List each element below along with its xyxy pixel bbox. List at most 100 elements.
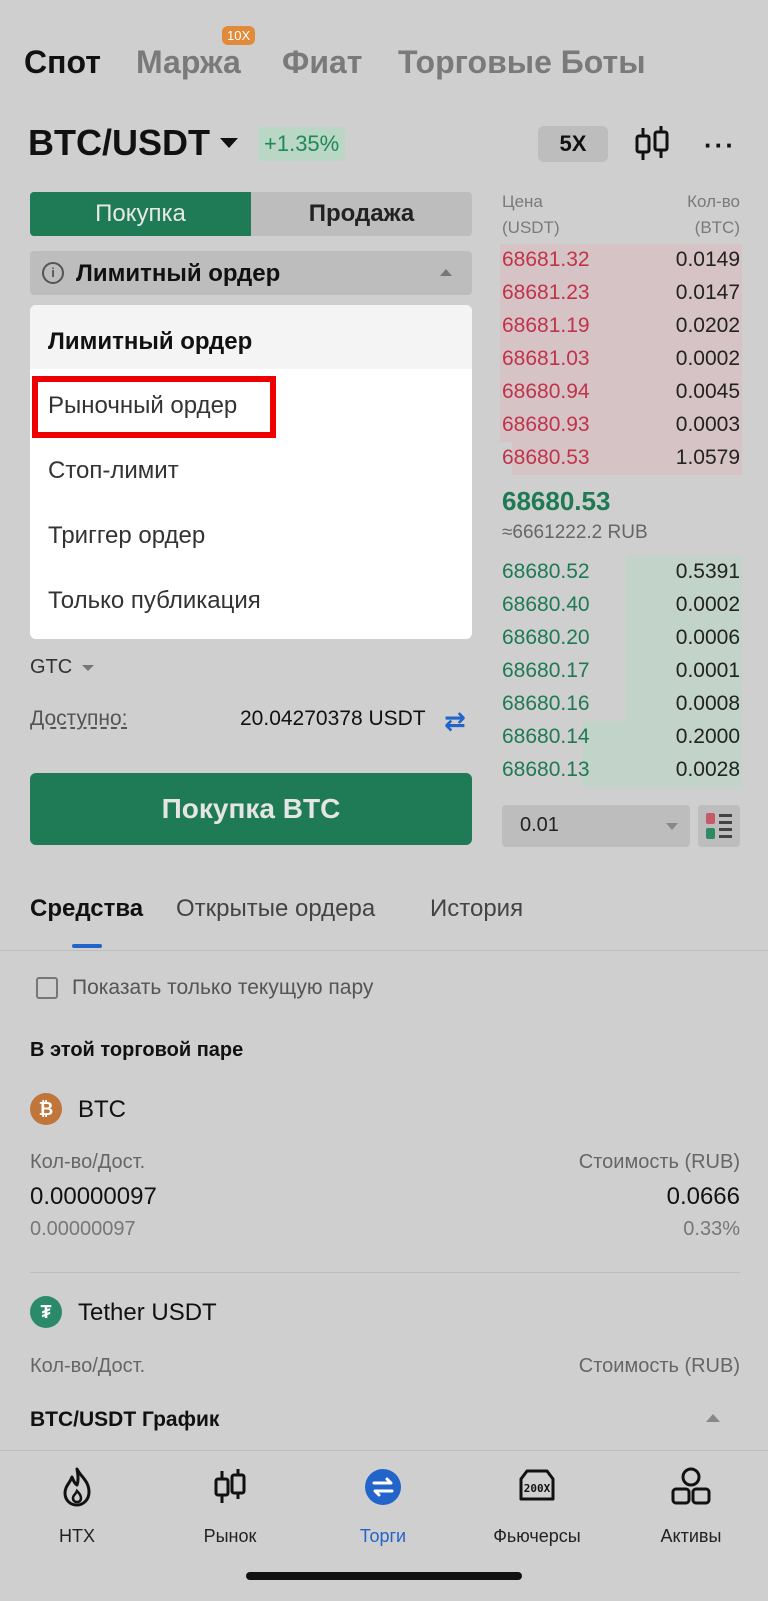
btc-available: 0.00000097 [30, 1218, 136, 1240]
order-type-select[interactable]: i Лимитный ордер [30, 251, 472, 295]
btc-percent: 0.33% [683, 1218, 740, 1240]
leverage-button[interactable]: 5X [538, 126, 608, 162]
tab-open-orders[interactable]: Открытые ордера [176, 895, 375, 923]
nav-market[interactable]: Рынок [165, 1465, 295, 1547]
info-icon[interactable]: i [42, 262, 64, 284]
orderbook-row-bid[interactable]: 68680.17 0.0001 [500, 655, 742, 688]
option-stop-limit[interactable]: Стоп-лимит [48, 457, 179, 485]
tab-trading-bots[interactable]: Торговые Боты [398, 44, 646, 81]
orderbook-qty: 0.0002 [675, 593, 740, 616]
caret-down-icon[interactable] [220, 138, 238, 148]
orderbook-qty: 0.0147 [675, 281, 740, 304]
margin-badge: 10X [222, 26, 256, 45]
orderbook-row-ask[interactable]: 68681.19 0.0202 [500, 310, 742, 343]
available-value: 20.04270378 USDT [240, 707, 426, 730]
qty-label: Кол-во/Дост. [30, 1355, 146, 1377]
precision-value: 0.01 [520, 814, 559, 836]
orderbook-qty: 0.0149 [675, 248, 740, 271]
orderbook-qty: 0.0003 [675, 413, 740, 436]
last-price[interactable]: 68680.53 [502, 486, 610, 517]
orderbook-qty: 0.0002 [675, 347, 740, 370]
orderbook-row-bid[interactable]: 68680.52 0.5391 [500, 556, 742, 589]
candlestick-icon [214, 1469, 246, 1503]
caret-down-icon [666, 823, 678, 830]
futures-200x-icon: 200X [519, 1469, 555, 1501]
current-pair-checkbox[interactable] [36, 977, 58, 999]
orderbook-row-bid[interactable]: 68680.16 0.0008 [500, 688, 742, 721]
orderbook-qty: 0.0001 [675, 659, 740, 682]
buy-sell-toggle: Покупка Продажа [30, 192, 472, 236]
nav-market-label: Рынок [203, 1526, 257, 1546]
nav-assets-label: Активы [660, 1526, 722, 1546]
orderbook-layout-icon[interactable] [698, 805, 740, 847]
tab-fiat[interactable]: Фиат [282, 44, 362, 81]
sell-tab[interactable]: Продажа [251, 192, 472, 236]
orderbook-qty-unit: (BTC) [694, 218, 740, 237]
nav-assets[interactable]: Активы [626, 1465, 756, 1547]
tether-icon: ₮ [30, 1296, 62, 1328]
option-limit-order[interactable]: Лимитный ордер [48, 328, 252, 356]
current-pair-label: Показать только текущую пару [72, 976, 374, 999]
tab-history[interactable]: История [430, 895, 523, 923]
value-label: Стоимость (RUB) [578, 1355, 740, 1377]
option-trigger-order[interactable]: Триггер ордер [48, 522, 205, 550]
orderbook-row-bid[interactable]: 68680.40 0.0002 [500, 589, 742, 622]
orderbook-price: 68680.17 [502, 659, 590, 682]
bitcoin-icon: ₿ [30, 1093, 62, 1125]
orderbook-price: 68680.13 [502, 758, 590, 781]
orderbook-qty: 0.0202 [675, 314, 740, 337]
orderbook-qty: 0.0008 [675, 692, 740, 715]
pair-selector[interactable]: BTC/USDT [28, 122, 210, 164]
tab-funds[interactable]: Средства [30, 895, 143, 923]
orderbook-qty: 1.0579 [675, 446, 740, 469]
buy-btc-button[interactable]: Покупка BTC [30, 773, 472, 845]
buy-tab[interactable]: Покупка [30, 192, 251, 236]
asset-name-usdt[interactable]: Tether USDT [78, 1299, 217, 1327]
option-post-only[interactable]: Только публикация [48, 587, 261, 615]
orderbook-row-bid[interactable]: 68680.13 0.0028 [500, 754, 742, 787]
asset-name-btc[interactable]: BTC [78, 1096, 126, 1124]
orderbook-price: 68681.19 [502, 314, 590, 337]
orderbook-price: 68680.16 [502, 692, 590, 715]
nav-futures-label: Фьючерсы [493, 1526, 581, 1546]
nav-trade[interactable]: Торги [318, 1465, 448, 1547]
orderbook-row-ask[interactable]: 68681.23 0.0147 [500, 277, 742, 310]
orderbook-price-unit: (USDT) [502, 218, 560, 237]
orderbook-price: 68681.03 [502, 347, 590, 370]
transfer-icon[interactable]: ⇄ [444, 706, 466, 737]
orderbook-row-ask[interactable]: 68680.93 0.0003 [500, 409, 742, 442]
more-icon[interactable]: ··· [704, 130, 736, 161]
orderbook-price: 68680.52 [502, 560, 590, 583]
orderbook-row-ask[interactable]: 68681.32 0.0149 [500, 244, 742, 277]
nav-htx[interactable]: HTX [12, 1465, 142, 1547]
orderbook-price: 68681.23 [502, 281, 590, 304]
order-type-dropdown: Лимитный ордер Рыночный ордер Стоп-лимит… [30, 305, 472, 639]
orderbook-price: 68680.93 [502, 413, 590, 436]
highlight-box [32, 376, 276, 438]
tab-margin[interactable]: Маржа [136, 44, 241, 81]
caret-down-icon [82, 665, 94, 671]
orderbook-qty: 0.5391 [675, 560, 740, 583]
divider [0, 950, 768, 951]
assets-icon [671, 1467, 711, 1505]
last-price-rub: ≈6661222.2 RUB [502, 522, 648, 543]
chart-bar-label: BTC/USDT График [30, 1408, 220, 1431]
time-in-force-select[interactable]: GTC [30, 656, 72, 679]
orderbook-row-bid[interactable]: 68680.20 0.0006 [500, 622, 742, 655]
orderbook-price: 68681.32 [502, 248, 590, 271]
orderbook-row-ask[interactable]: 68680.53 1.0579 [500, 442, 742, 475]
top-tabs: Спот Маржа 10X Фиат Торговые Боты [0, 0, 768, 100]
futures-badge-text: 200X [524, 1482, 551, 1495]
exchange-icon [365, 1469, 401, 1505]
precision-select[interactable]: 0.01 [502, 805, 690, 847]
section-title: В этой торговой паре [30, 1039, 244, 1061]
orderbook-row-ask[interactable]: 68681.03 0.0002 [500, 343, 742, 376]
orderbook-qty: 0.0028 [675, 758, 740, 781]
candlestick-chart-icon[interactable] [632, 124, 672, 164]
orderbook-row-ask[interactable]: 68680.94 0.0045 [500, 376, 742, 409]
home-indicator[interactable] [246, 1572, 522, 1580]
nav-futures[interactable]: 200X Фьючерсы [472, 1465, 602, 1547]
caret-up-icon[interactable] [706, 1414, 720, 1422]
orderbook-row-bid[interactable]: 68680.14 0.2000 [500, 721, 742, 754]
tab-spot[interactable]: Спот [24, 44, 101, 81]
